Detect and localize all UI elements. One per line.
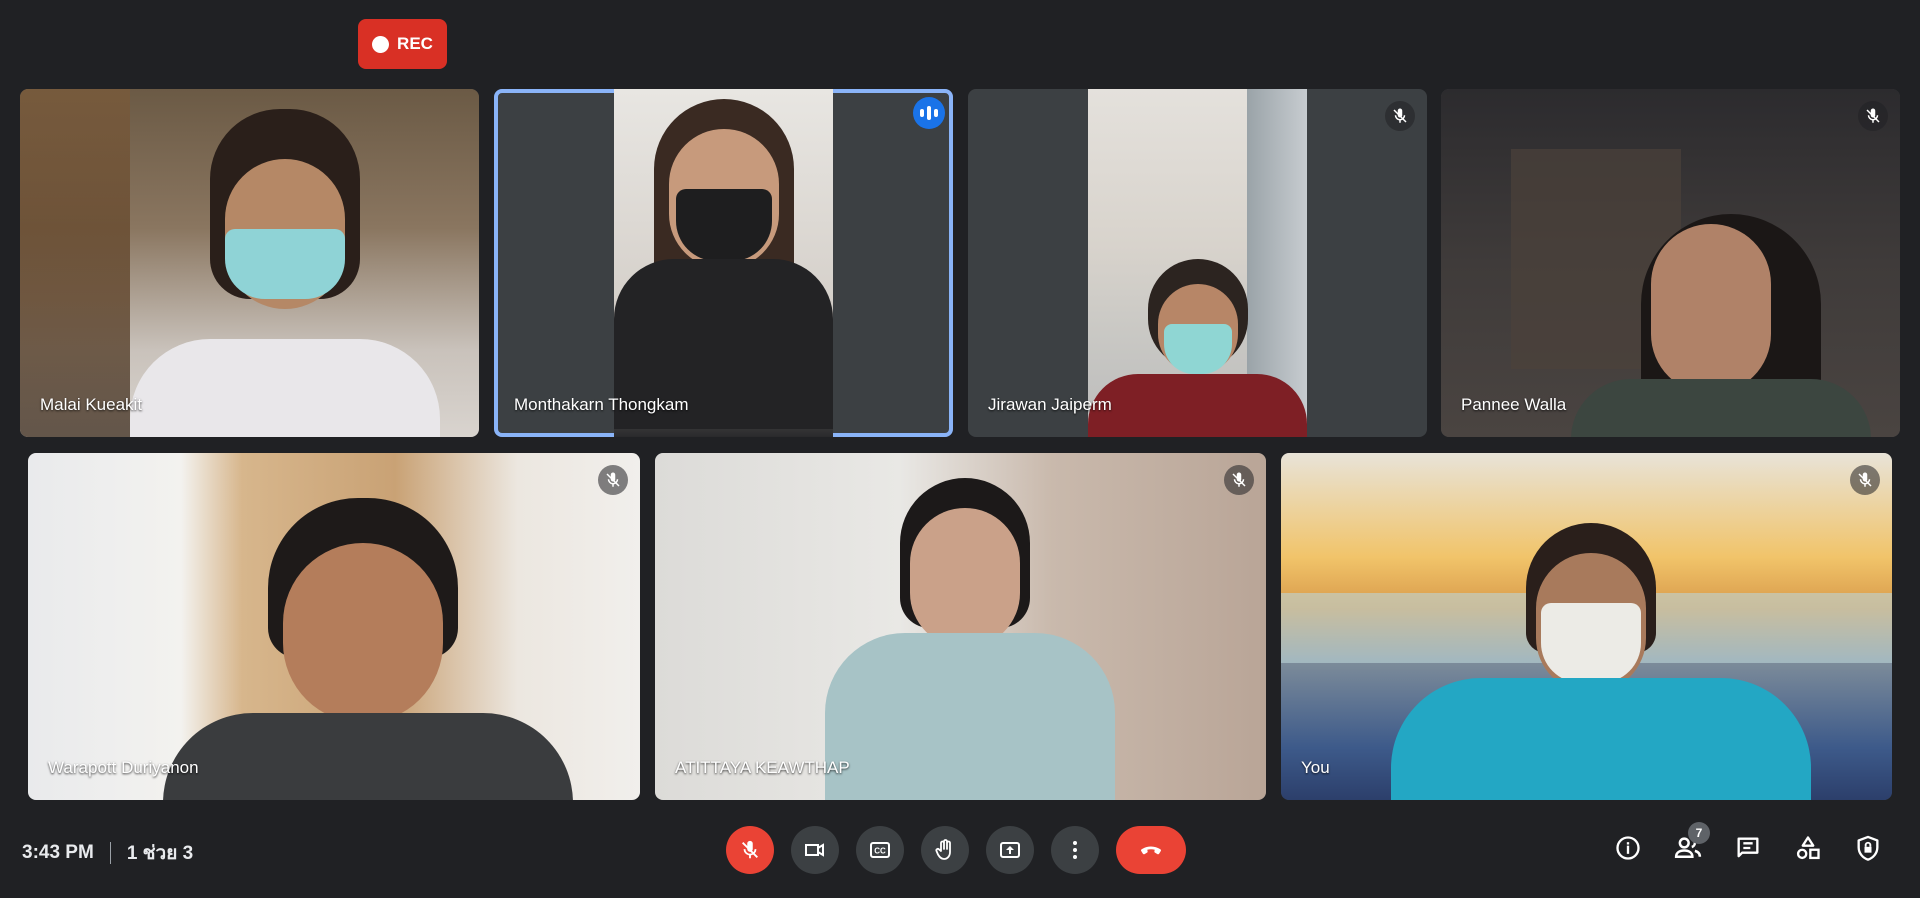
present-screen-button[interactable] <box>986 826 1034 874</box>
info-icon <box>1616 836 1640 860</box>
participant-tile-active-speaker[interactable]: Monthakarn Thongkam <box>494 89 953 437</box>
mic-off-icon <box>1385 101 1415 131</box>
mic-off-icon <box>1850 465 1880 495</box>
mic-off-icon <box>742 840 758 859</box>
shield-lock-icon <box>1857 835 1879 861</box>
participant-count-badge: 7 <box>1688 822 1710 844</box>
participant-name: Jirawan Jaiperm <box>988 395 1112 414</box>
participant-name: Pannee Walla <box>1461 395 1567 414</box>
people-button[interactable]: 7 <box>1668 822 1710 868</box>
captions-icon: CC <box>870 842 890 858</box>
meeting-name: 1 ช่วย 3 <box>126 843 194 864</box>
more-options-button[interactable] <box>1051 826 1099 874</box>
mic-off-icon <box>1224 465 1254 495</box>
clock-time: 3:43 PM <box>22 842 94 863</box>
raise-hand-icon <box>935 839 951 860</box>
participant-video <box>1441 89 1900 437</box>
recording-label: REC <box>397 34 433 53</box>
mic-off-icon <box>1858 101 1888 131</box>
activities-button[interactable] <box>1788 828 1828 868</box>
recording-indicator: REC <box>358 19 447 69</box>
captions-button[interactable]: CC <box>856 826 904 874</box>
meeting-details-button[interactable] <box>1608 828 1648 868</box>
camera-icon <box>805 843 824 857</box>
chat-button[interactable] <box>1728 828 1768 868</box>
participant-video <box>655 453 1266 800</box>
participant-tile[interactable]: ATITTAYA KEAWTHAP <box>655 453 1266 800</box>
participant-tile[interactable]: Malai Kueakit <box>20 89 479 437</box>
participant-name: Monthakarn Thongkam <box>514 395 689 414</box>
control-bar: 3:43 PM 1 ช่วย 3 CC 7 <box>0 812 1920 888</box>
participant-video <box>1281 453 1892 800</box>
participant-tile-self[interactable]: You <box>1281 453 1892 800</box>
participant-name: Warapott Duriyanon <box>48 758 199 777</box>
leave-call-button[interactable] <box>1116 826 1186 874</box>
present-icon <box>1000 842 1020 858</box>
participant-tile[interactable]: Pannee Walla <box>1441 89 1900 437</box>
participant-tile[interactable]: Warapott Duriyanon <box>28 453 640 800</box>
chat-icon <box>1737 837 1759 858</box>
participant-video <box>1088 89 1307 437</box>
mic-off-icon <box>598 465 628 495</box>
more-options-icon <box>1073 841 1077 859</box>
participant-video <box>614 89 833 437</box>
participant-video <box>28 453 640 800</box>
end-call-icon <box>1141 846 1161 855</box>
host-controls-button[interactable] <box>1848 828 1888 868</box>
microphone-toggle-button[interactable] <box>726 826 774 874</box>
divider <box>109 842 111 864</box>
speaking-indicator-icon <box>913 97 945 129</box>
camera-toggle-button[interactable] <box>791 826 839 874</box>
participant-name: You <box>1301 758 1330 777</box>
participant-name: ATITTAYA KEAWTHAP <box>675 758 850 777</box>
activities-icon <box>1796 836 1820 860</box>
svg-text:CC: CC <box>874 847 886 856</box>
record-dot-icon <box>372 35 390 53</box>
meeting-details: 3:43 PM 1 ช่วย 3 <box>22 838 193 868</box>
participant-tile[interactable]: Jirawan Jaiperm <box>968 89 1427 437</box>
participant-name: Malai Kueakit <box>40 395 143 414</box>
participant-video <box>20 89 479 437</box>
raise-hand-button[interactable] <box>921 826 969 874</box>
